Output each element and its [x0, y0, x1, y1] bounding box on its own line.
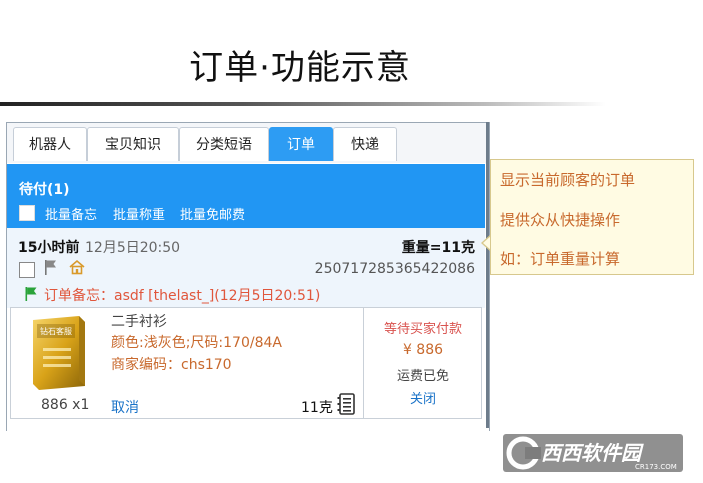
product-image[interactable]: 钻石客服	[23, 314, 95, 392]
payment-status: 等待买家付款	[383, 322, 462, 337]
shipping-status: 运费已免	[396, 369, 449, 384]
callout-line-1: 显示当前顾客的订单	[500, 171, 636, 189]
order-memo[interactable]: 订单备忘：asdf [thelast_](12月5日20:51)	[44, 285, 320, 305]
item-merchant-code: 商家编码：chs170	[111, 357, 232, 373]
tab-product-knowledge[interactable]: 宝贝知识	[87, 127, 179, 161]
watermark-logo: 西西软件园 CR173.COM	[503, 434, 683, 472]
title-divider	[0, 102, 606, 106]
batch-weigh-button[interactable]: 批量称重	[113, 204, 165, 223]
memo-flag-icon	[25, 287, 37, 301]
feature-callout: 显示当前顾客的订单 提供众从快捷操作 如：订单重量计算	[490, 159, 694, 275]
order-weight: 重量=11克	[401, 240, 475, 256]
flag-icon[interactable]	[42, 258, 60, 276]
product-image-text: 钻石客服	[40, 326, 72, 336]
cancel-link[interactable]: 取消	[111, 397, 139, 417]
pending-payment-bar: 待付(1) 批量备忘 批量称重 批量免邮费	[7, 164, 485, 228]
tab-express[interactable]: 快递	[333, 127, 397, 161]
item-status-column: 等待买家付款 ¥ 886 运费已免 关闭	[363, 308, 482, 418]
order-panel: 机器人 宝贝知识 分类短语 订单 快递 待付(1) 批量备忘 批量称重 批量免邮…	[6, 122, 490, 431]
batch-free-shipping-button[interactable]: 批量免邮费	[180, 204, 245, 223]
tab-orders[interactable]: 订单	[269, 127, 333, 161]
order-checkbox[interactable]	[19, 262, 35, 278]
slide-title: 订单·功能示意	[189, 48, 411, 88]
select-all-checkbox[interactable]	[19, 205, 35, 221]
item-weight: 11克	[301, 400, 333, 416]
list-icon[interactable]	[337, 393, 357, 415]
item-price: ¥ 886	[402, 342, 444, 358]
order-item: 钻石客服 886 x1 取消 二手衬衫 颜色:浅灰色;尺码:170/84A 商家…	[10, 307, 482, 419]
item-name[interactable]: 二手衬衫	[111, 311, 167, 331]
tab-robot[interactable]: 机器人	[13, 127, 87, 161]
pending-payment-title[interactable]: 待付(1)	[19, 179, 70, 199]
watermark-subtext: CR173.COM	[635, 463, 677, 471]
callout-line-2: 提供众从快捷操作	[500, 211, 621, 229]
tab-category-phrases[interactable]: 分类短语	[179, 127, 269, 161]
item-quantity: 886 x1	[41, 397, 90, 413]
order-date: 12月5日20:50	[85, 240, 181, 256]
callout-line-3: 如：订单重量计算	[500, 250, 621, 268]
batch-memo-button[interactable]: 批量备忘	[45, 204, 97, 223]
watermark-text: 西西软件园	[541, 441, 644, 465]
order-time-ago: 15小时前	[18, 240, 80, 256]
item-details: 钻石客服 886 x1 取消 二手衬衫 颜色:浅灰色;尺码:170/84A 商家…	[11, 308, 363, 418]
item-attributes: 颜色:浅灰色;尺码:170/84A	[111, 335, 282, 351]
home-icon[interactable]	[68, 258, 86, 276]
close-link[interactable]: 关闭	[364, 388, 482, 407]
order-number: 250717285365422086	[314, 261, 475, 277]
panel-edge	[486, 122, 489, 428]
order-header: 15小时前 12月5日20:50 重量=11克 2507172853654220…	[7, 228, 485, 308]
tab-bar: 机器人 宝贝知识 分类短语 订单 快递	[7, 123, 489, 163]
